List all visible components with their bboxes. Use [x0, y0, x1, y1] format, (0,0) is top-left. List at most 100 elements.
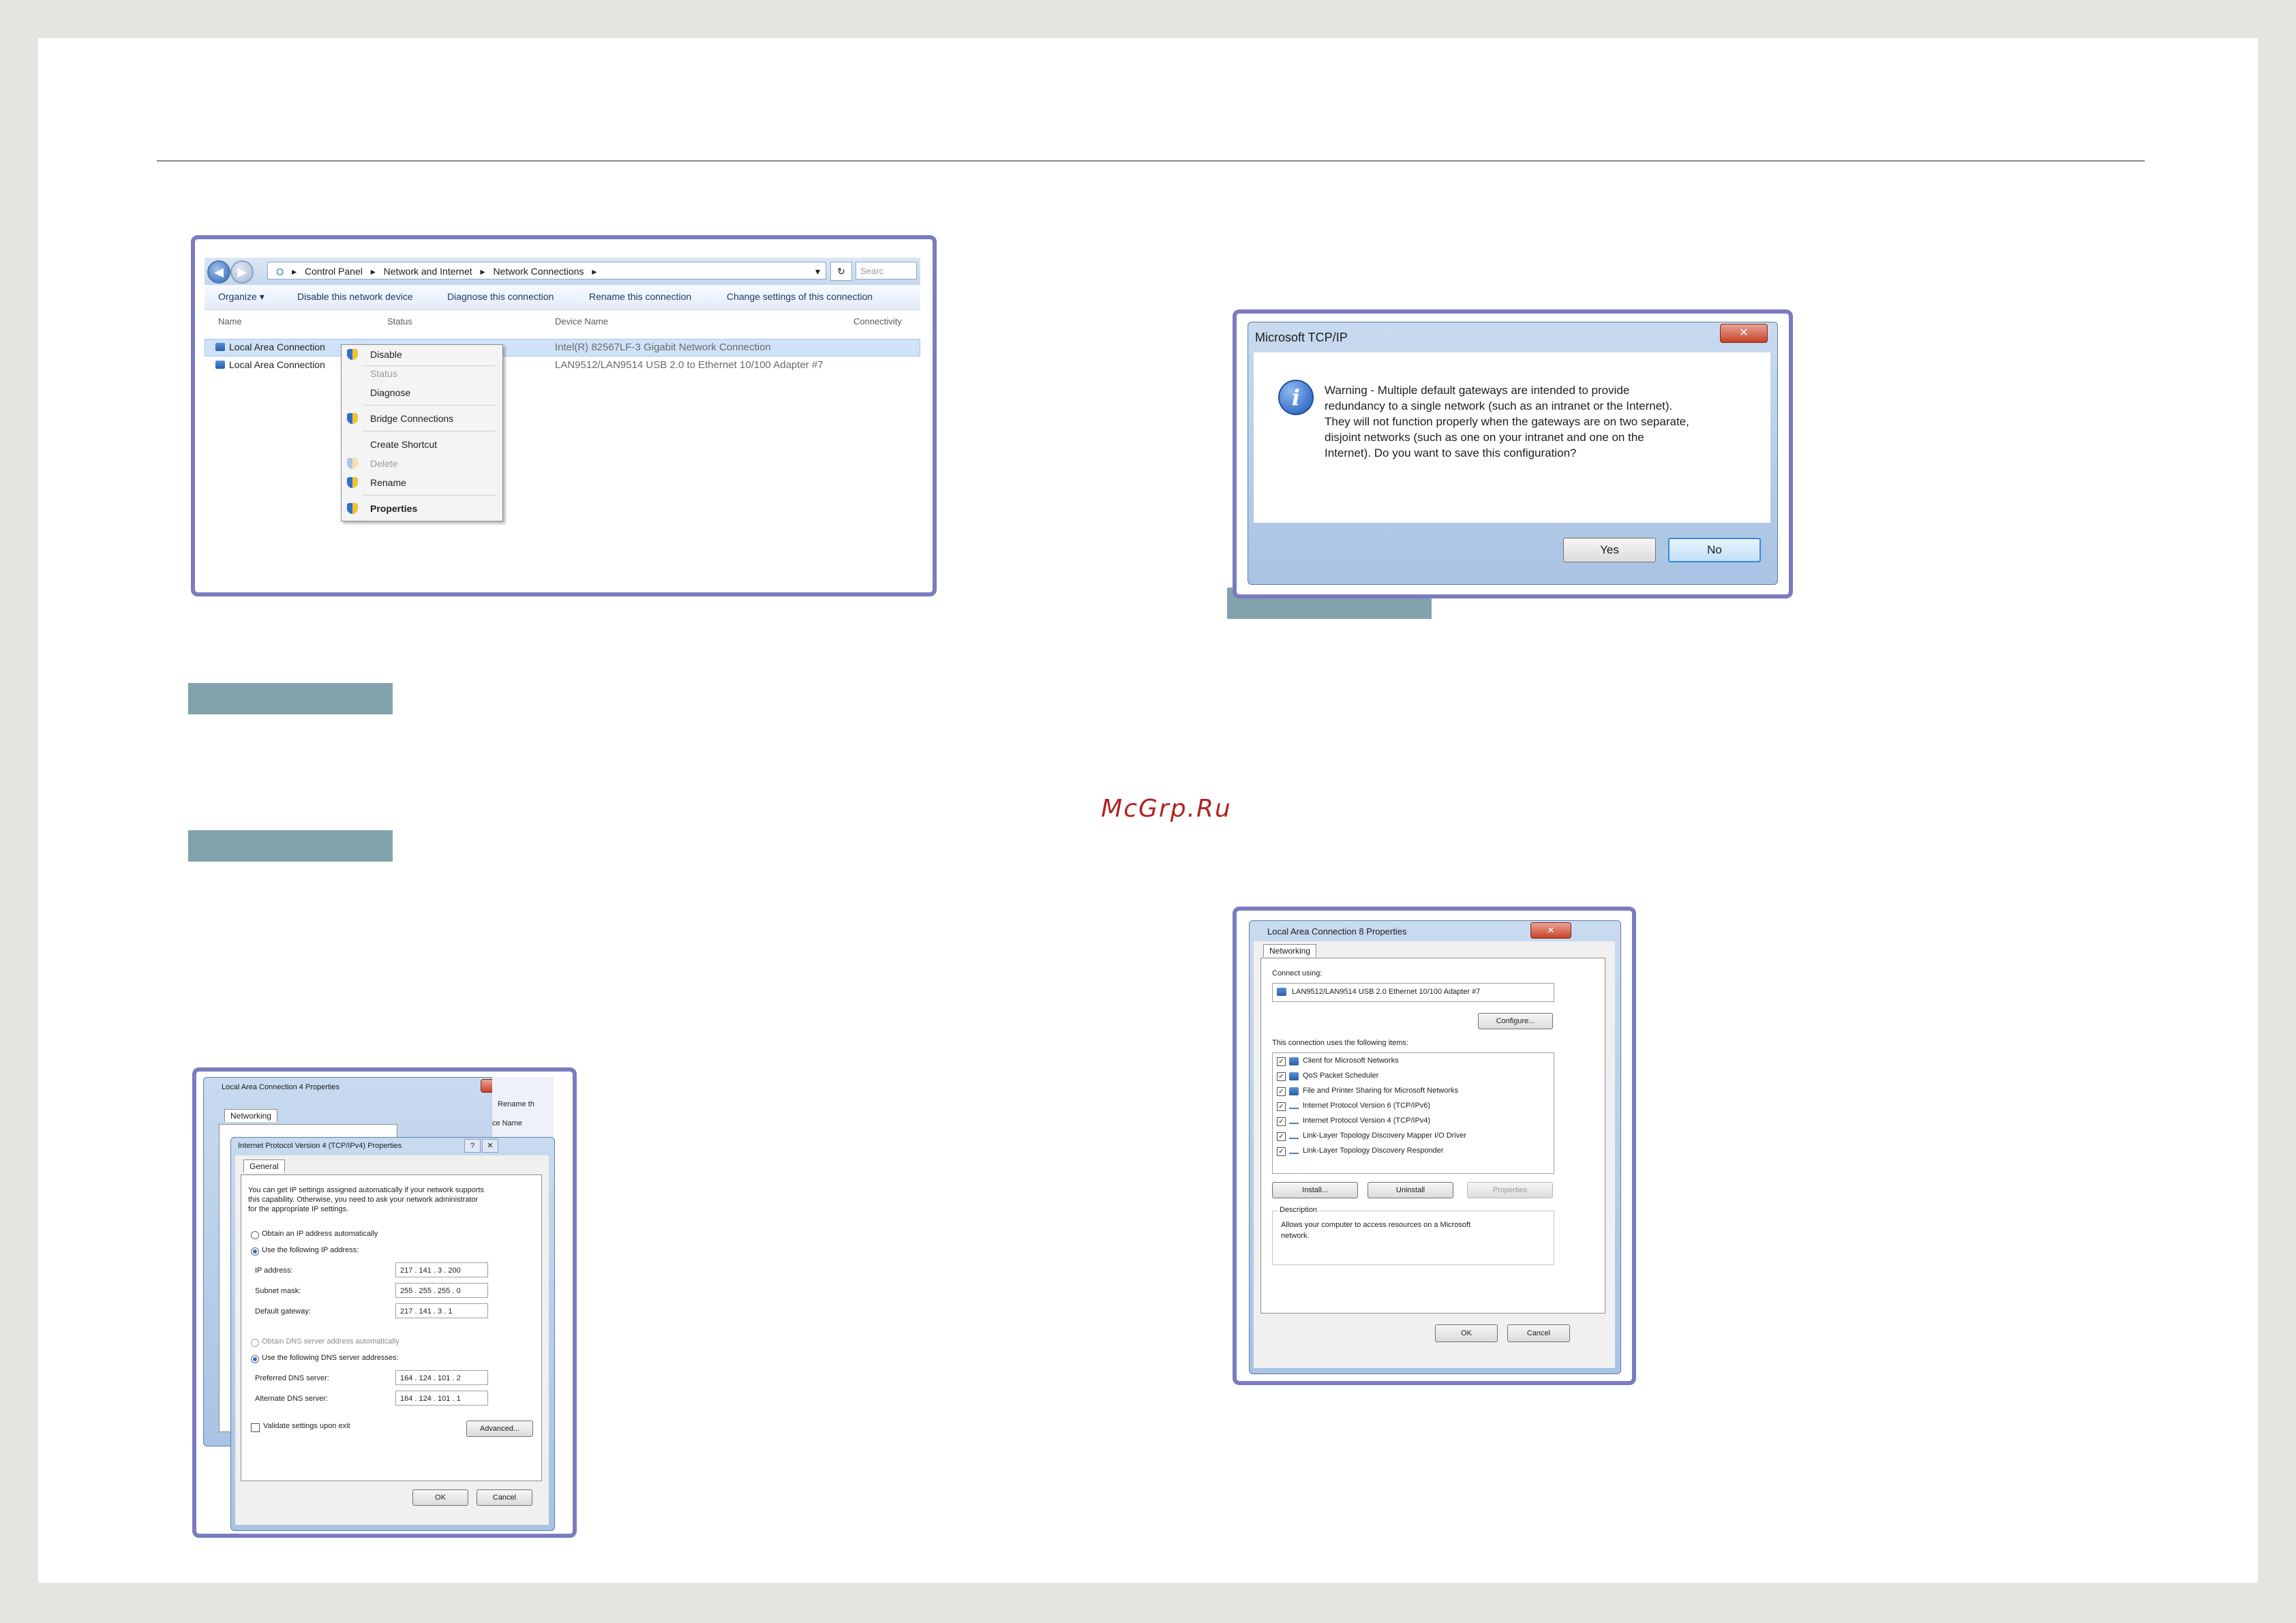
connection-name[interactable]: Local Area Connection	[229, 359, 325, 370]
chevron-down-icon[interactable]: ▾	[815, 262, 820, 280]
menu-item-delete[interactable]: Delete	[370, 458, 397, 469]
rename-command-fragment: Rename th	[498, 1100, 534, 1108]
close-icon[interactable]: ✕	[482, 1139, 498, 1153]
networking-tab-panel: Connect using: LAN9512/LAN9514 USB 2.0 E…	[1260, 958, 1605, 1314]
intro-line-2: this capability. Otherwise, you need to …	[248, 1196, 479, 1204]
col-status[interactable]: Status	[387, 316, 412, 327]
shield-icon	[347, 458, 358, 469]
tab-networking[interactable]: Networking	[224, 1109, 278, 1122]
ip-address-label: IP address:	[255, 1266, 293, 1275]
item-checkbox[interactable]: ✓	[1277, 1132, 1286, 1141]
item-checkbox[interactable]: ✓	[1277, 1072, 1286, 1081]
cancel-button[interactable]: Cancel	[477, 1489, 532, 1506]
ipv4-dialog: Internet Protocol Version 4 (TCP/IPv4) P…	[230, 1137, 555, 1531]
disable-device-button[interactable]: Disable this network device	[297, 291, 413, 302]
cancel-button[interactable]: Cancel	[1507, 1324, 1570, 1342]
shield-icon	[347, 413, 358, 424]
ok-button[interactable]: OK	[412, 1489, 468, 1506]
tab-general[interactable]: General	[243, 1159, 285, 1172]
close-icon[interactable]: ✕	[1530, 922, 1571, 939]
item-checkbox[interactable]: ✓	[1277, 1147, 1286, 1156]
intro-line-1: You can get IP settings assigned automat…	[248, 1186, 485, 1194]
use-following-dns-radio[interactable]	[251, 1355, 259, 1363]
list-item[interactable]: Link-Layer Topology Discovery Responder	[1303, 1147, 1443, 1155]
service-icon	[1289, 1072, 1299, 1080]
list-item[interactable]: Client for Microsoft Networks	[1303, 1057, 1399, 1065]
breadcrumb[interactable]: ⛭ ▸ Control Panel ▸ Network and Internet…	[267, 262, 826, 279]
breadcrumb-control-panel[interactable]: Control Panel	[305, 266, 363, 277]
obtain-dns-auto-radio[interactable]	[251, 1339, 259, 1347]
list-item[interactable]: File and Printer Sharing for Microsoft N…	[1303, 1087, 1458, 1095]
change-settings-button[interactable]: Change settings of this connection	[727, 291, 873, 302]
col-name[interactable]: Name	[218, 316, 242, 327]
shield-icon	[347, 503, 358, 514]
col-device-name[interactable]: Device Name	[555, 316, 608, 327]
help-icon[interactable]: ?	[464, 1139, 481, 1153]
list-item[interactable]: Internet Protocol Version 4 (TCP/IPv4)	[1303, 1117, 1430, 1125]
item-checkbox[interactable]: ✓	[1277, 1117, 1286, 1126]
obtain-ip-auto-radio[interactable]	[251, 1231, 259, 1239]
command-bar: Organize ▾ Disable this network device D…	[205, 285, 920, 310]
ipv4-dialog-body: General You can get IP settings assigned…	[235, 1155, 549, 1525]
network-connections-screenshot: ◀ ▶ ⛭ ▸ Control Panel ▸ Network and Inte…	[191, 235, 937, 596]
uninstall-button[interactable]: Uninstall	[1368, 1182, 1453, 1198]
menu-item-diagnose[interactable]: Diagnose	[370, 387, 410, 398]
tab-networking[interactable]: Networking	[1263, 944, 1317, 957]
yes-button[interactable]: Yes	[1563, 538, 1656, 562]
diagnose-button[interactable]: Diagnose this connection	[447, 291, 554, 302]
default-gateway-field[interactable]: 217 . 141 . 3 . 1	[395, 1303, 488, 1318]
info-icon: i	[1278, 380, 1314, 415]
breadcrumb-network-internet[interactable]: Network and Internet	[384, 266, 472, 277]
refresh-icon[interactable]: ↻	[830, 262, 852, 281]
menu-item-status[interactable]: Status	[370, 368, 397, 379]
warning-line-5: Internet). Do you want to save this conf…	[1325, 446, 1577, 459]
use-following-ip-radio[interactable]	[251, 1247, 259, 1256]
description-line-2: network.	[1281, 1232, 1310, 1240]
alternate-dns-field[interactable]: 164 . 124 . 101 . 1	[395, 1391, 488, 1406]
close-icon[interactable]: ✕	[1720, 324, 1768, 343]
configure-button[interactable]: Configure...	[1478, 1013, 1553, 1029]
menu-item-properties[interactable]: Properties	[370, 503, 417, 514]
preferred-dns-field[interactable]: 164 . 124 . 101 . 2	[395, 1370, 488, 1385]
ipv4-dialog-title: Internet Protocol Version 4 (TCP/IPv4) P…	[238, 1142, 402, 1150]
install-button[interactable]: Install...	[1272, 1182, 1358, 1198]
ok-button[interactable]: OK	[1435, 1324, 1498, 1342]
watermark: McGrp.Ru	[1101, 795, 1232, 823]
rename-button[interactable]: Rename this connection	[589, 291, 691, 302]
no-button[interactable]: No	[1668, 538, 1761, 562]
forward-icon[interactable]: ▶	[230, 260, 254, 284]
address-bar: ◀ ▶ ⛭ ▸ Control Panel ▸ Network and Inte…	[205, 258, 920, 286]
network-adapter-icon	[215, 343, 225, 351]
menu-item-create-shortcut[interactable]: Create Shortcut	[370, 439, 437, 450]
item-checkbox[interactable]: ✓	[1277, 1102, 1286, 1111]
list-item[interactable]: Internet Protocol Version 6 (TCP/IPv6)	[1303, 1102, 1430, 1110]
section-label-bar-1	[188, 683, 393, 714]
menu-item-disable[interactable]: Disable	[370, 349, 402, 360]
validate-checkbox[interactable]	[251, 1423, 260, 1432]
subnet-mask-field[interactable]: 255 . 255 . 255 . 0	[395, 1283, 488, 1298]
list-item[interactable]: Link-Layer Topology Discovery Mapper I/O…	[1303, 1132, 1466, 1140]
service-icon	[1289, 1087, 1299, 1095]
menu-item-rename[interactable]: Rename	[370, 477, 406, 488]
breadcrumb-network-connections[interactable]: Network Connections	[493, 266, 584, 277]
connection-name[interactable]: Local Area Connection	[229, 342, 325, 352]
search-input[interactable]: Searc	[856, 262, 917, 279]
item-checkbox[interactable]: ✓	[1277, 1087, 1286, 1096]
organize-button[interactable]: Organize ▾	[218, 291, 265, 303]
obtain-dns-auto-label: Obtain DNS server address automatically	[262, 1337, 399, 1346]
menu-item-bridge[interactable]: Bridge Connections	[370, 413, 453, 424]
device-name: LAN9512/LAN9514 USB 2.0 to Ethernet 10/1…	[555, 359, 824, 371]
subnet-mask-label: Subnet mask:	[255, 1287, 301, 1295]
advanced-button[interactable]: Advanced...	[466, 1421, 533, 1437]
item-checkbox[interactable]: ✓	[1277, 1057, 1286, 1066]
list-item[interactable]: QoS Packet Scheduler	[1303, 1072, 1378, 1080]
warning-line-1: Warning - Multiple default gateways are …	[1325, 384, 1630, 397]
device-name-fragment: ce Name	[492, 1119, 523, 1127]
intro-line-3: for the appropriate IP settings.	[248, 1205, 349, 1213]
general-tab-panel: You can get IP settings assigned automat…	[241, 1174, 542, 1481]
header-rule	[157, 160, 2145, 162]
ip-address-field[interactable]: 217 . 141 . 3 . 200	[395, 1262, 488, 1277]
col-connectivity[interactable]: Connectivity	[854, 316, 902, 327]
back-icon[interactable]: ◀	[207, 260, 230, 284]
properties-button[interactable]: Properties	[1467, 1182, 1553, 1198]
